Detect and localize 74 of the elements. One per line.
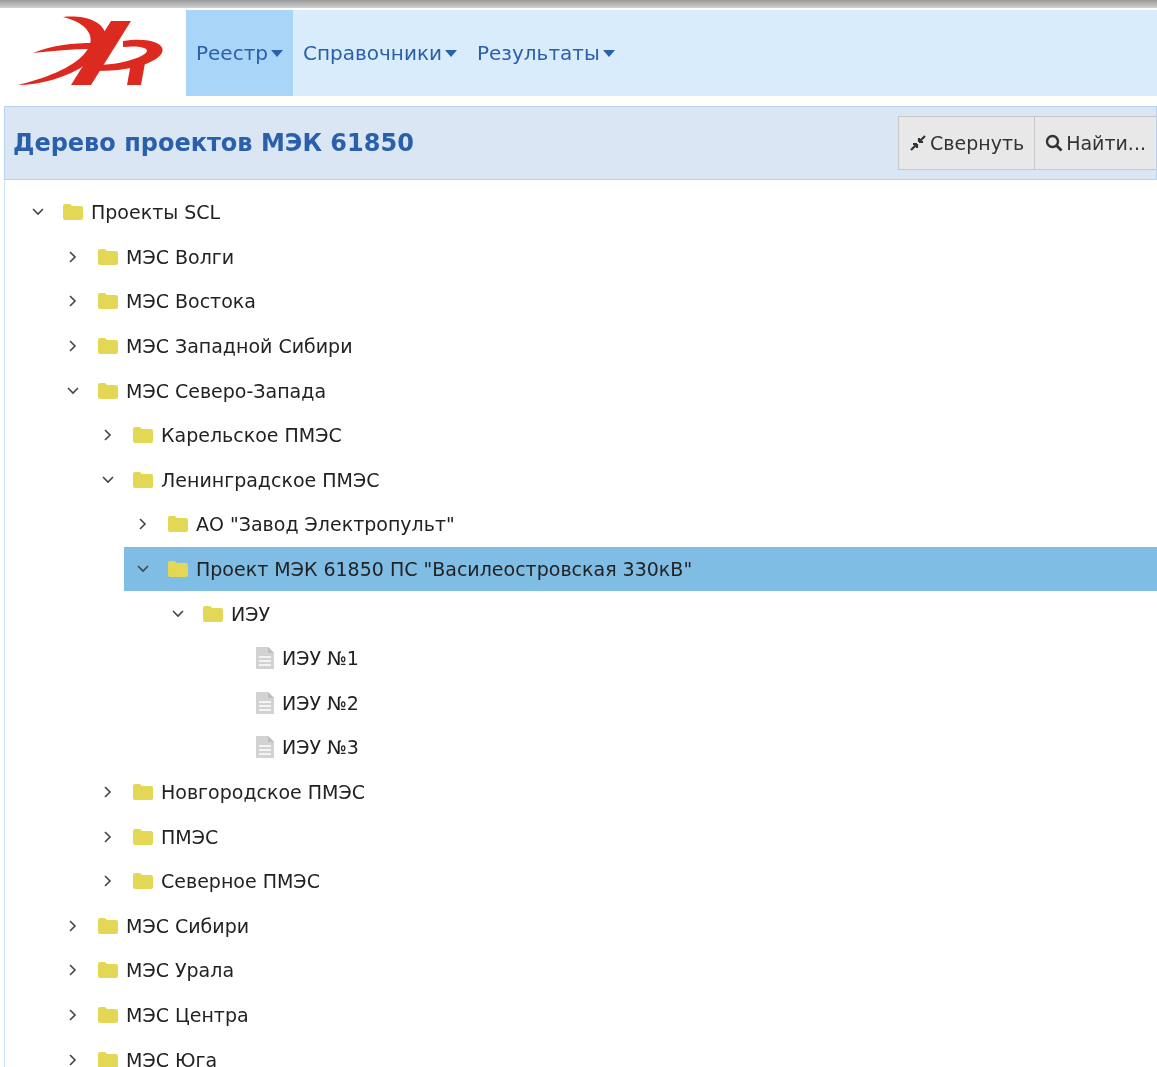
menu-label: Реестр: [196, 41, 268, 65]
folder-icon: [98, 293, 118, 310]
tree-label: ПМЭС: [161, 825, 219, 848]
tree-row[interactable]: Карельское ПМЭС: [89, 412, 1157, 458]
caret-icon: [445, 49, 457, 57]
folder-icon: [133, 471, 153, 488]
tree-row[interactable]: Проекты SCL: [19, 190, 1157, 235]
tree-label: АО "Завод Электропульт": [196, 513, 455, 536]
tree-label: МЭС Западной Сибири: [126, 335, 353, 358]
folder-icon: [98, 917, 118, 934]
tree-row[interactable]: ИЭУ №1: [194, 635, 1157, 681]
tree-row[interactable]: АО "Завод Электропульт": [124, 502, 1157, 547]
panel-title: Дерево проектов МЭК 61850: [13, 129, 414, 157]
collapse-button[interactable]: Свернуть: [898, 116, 1035, 170]
tree-label: МЭС Северо-Запада: [126, 379, 327, 402]
tree-label: МЭС Сибири: [126, 914, 250, 937]
menu-label: Результаты: [477, 41, 600, 65]
tree-label: МЭС Волги: [126, 245, 235, 268]
tree-label: МЭС Центра: [126, 1004, 249, 1026]
tree-label: Проект МЭК 61850 ПС "Василеостровская 330кВ": [196, 558, 693, 581]
folder-icon: [203, 605, 223, 622]
folder-icon: [98, 962, 118, 979]
menu-label: Справочники: [303, 41, 442, 65]
tree-row[interactable]: МЭС Центра: [54, 992, 1157, 1038]
folder-icon: [98, 248, 118, 265]
document-icon: [256, 691, 274, 714]
tree-row[interactable]: МЭС Западной Сибири: [54, 323, 1157, 369]
tree-row[interactable]: ИЭУ №2: [194, 680, 1157, 726]
tree-row[interactable]: ИЭУ №3: [194, 725, 1157, 770]
menu-item[interactable]: Результаты: [467, 10, 625, 96]
caret-icon: [271, 49, 283, 57]
tree-label: Ленинградское ПМЭС: [161, 468, 380, 491]
folder-icon: [98, 1051, 118, 1067]
folder-icon: [133, 873, 153, 890]
folder-icon: [98, 1007, 118, 1023]
document-icon: [256, 647, 274, 670]
tree-label: МЭС Урала: [126, 959, 235, 982]
collapse-icon: [909, 134, 927, 152]
tree-row[interactable]: ПМЭС: [89, 814, 1157, 859]
menu-item[interactable]: Справочники: [293, 10, 467, 96]
tree-row[interactable]: МЭС Урала: [54, 948, 1157, 993]
tree-label: МЭС Востока: [126, 290, 256, 313]
tree-label: Проекты SCL: [91, 201, 221, 224]
menu-item[interactable]: Реестр: [186, 10, 293, 96]
tree-label: Новгородское ПМЭС: [161, 781, 366, 803]
tree-label: ИЭУ №2: [282, 691, 359, 714]
caret-icon: [602, 49, 615, 57]
folder-icon: [168, 516, 188, 533]
tree-row[interactable]: Проект МЭК 61850 ПС "Василеостровская 330кВ": [124, 546, 1157, 592]
folder-icon: [63, 204, 83, 221]
folder-icon: [133, 427, 153, 444]
tree-label: ИЭУ №1: [282, 647, 359, 670]
tree-row[interactable]: Новгородское ПМЭС: [89, 769, 1157, 815]
folder-icon: [133, 784, 153, 800]
document-icon: [256, 736, 274, 759]
tree-row[interactable]: Ленинградское ПМЭС: [89, 457, 1157, 503]
tree-row[interactable]: МЭС Юга: [54, 1037, 1157, 1067]
folder-icon: [133, 828, 153, 845]
tree-label: Северное ПМЭС: [161, 870, 320, 893]
tree-row[interactable]: МЭС Северо-Запада: [54, 368, 1157, 413]
tree-label: ИЭУ №3: [282, 736, 359, 759]
tree-label: Карельское ПМЭС: [161, 424, 342, 447]
folder-icon: [98, 382, 118, 399]
tree-label: МЭС Юга: [126, 1048, 218, 1067]
tree-row[interactable]: МЭС Сибири: [54, 903, 1157, 949]
folder-icon: [98, 338, 118, 355]
search-icon: [1045, 134, 1064, 152]
folder-icon: [168, 561, 188, 578]
tree-row[interactable]: Северное ПМЭС: [89, 858, 1157, 904]
tree-row[interactable]: МЭС Востока: [54, 279, 1157, 324]
find-button[interactable]: Найти...: [1034, 116, 1156, 170]
tree-label: ИЭУ: [231, 602, 271, 625]
tree-row[interactable]: ИЭУ: [159, 591, 1157, 636]
tree-row[interactable]: МЭС Волги: [54, 234, 1157, 280]
